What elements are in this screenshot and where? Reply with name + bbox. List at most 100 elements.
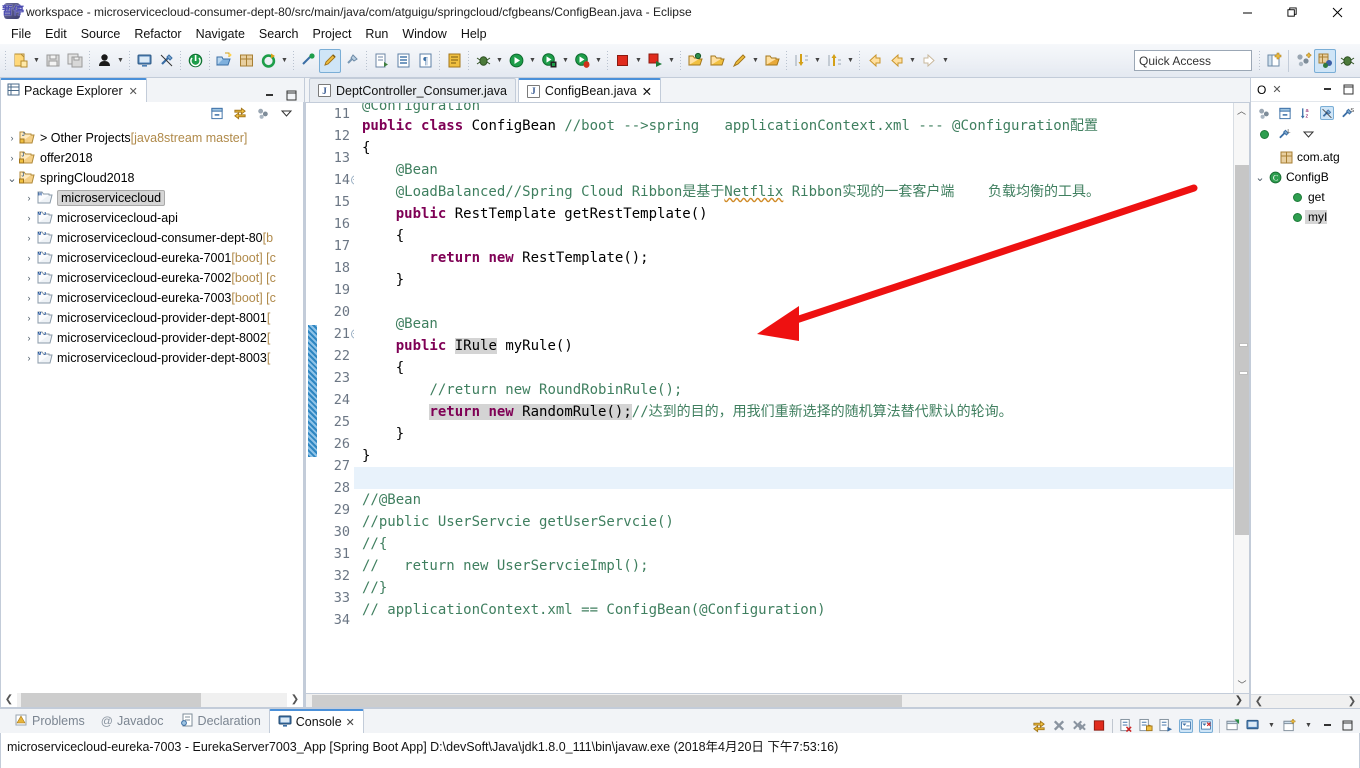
collapse-all-icon[interactable] — [1278, 106, 1292, 120]
outline-item[interactable]: ⌄ C ConfigB — [1251, 167, 1360, 187]
package-explorer-item[interactable]: › M Jmicroservicecloud-api — [1, 208, 303, 228]
outline-tab-label[interactable]: O — [1257, 83, 1266, 97]
highlight-icon[interactable] — [319, 48, 341, 73]
chevron-right-icon[interactable]: › — [22, 193, 36, 203]
menu-item-navigate[interactable]: Navigate — [189, 26, 252, 42]
maximize-icon[interactable] — [1341, 83, 1355, 97]
stop-icon[interactable] — [1092, 719, 1106, 733]
code-line[interactable]: //public UserServcie getUserServcie() — [354, 511, 1233, 533]
run-dropdown-arrow[interactable]: ▼ — [527, 49, 538, 73]
code-line[interactable]: return new RandomRule();//达到的目的，用我们重新选择的… — [354, 401, 1233, 423]
code-line[interactable] — [354, 291, 1233, 313]
back-icon[interactable] — [863, 49, 885, 73]
power-icon[interactable] — [184, 49, 206, 73]
package-explorer-item[interactable]: › M Jmicroservicecloud-eureka-7003 [boot] … — [1, 288, 303, 308]
hide-static-icon[interactable]: S — [1341, 106, 1355, 120]
sort-icon[interactable]: az — [1299, 106, 1313, 120]
export-icon[interactable] — [213, 49, 235, 73]
menu-item-file[interactable]: File — [4, 26, 38, 42]
code-line[interactable]: { — [354, 137, 1233, 159]
chevron-right-icon[interactable]: › — [22, 333, 36, 343]
code-line[interactable]: //return new RoundRobinRule(); — [354, 379, 1233, 401]
pencil-icon[interactable] — [728, 49, 750, 73]
new-console-dropdown-arrow[interactable]: ▼ — [1266, 718, 1277, 733]
package-explorer-item[interactable]: › M Jmicroservicecloud-provider-dept-8001 … — [1, 308, 303, 328]
maximize-icon[interactable] — [284, 88, 298, 102]
editor-tab-configbean[interactable]: J ConfigBean.java ✕ — [517, 78, 662, 102]
outline-tree[interactable]: com.atg ⌄ C ConfigB get myI — [1251, 143, 1360, 694]
chevron-right-icon[interactable]: › — [22, 273, 36, 283]
quick-access-input[interactable]: Quick Access — [1134, 50, 1252, 71]
package-explorer-hscrollbar[interactable]: ❮ ❯ — [0, 692, 304, 708]
package-explorer-tree[interactable]: › J > Other Projects [java8stream master] ›… — [0, 124, 304, 692]
scroll-right-icon[interactable]: ❯ — [287, 694, 303, 705]
save-all-icon[interactable] — [64, 49, 86, 73]
hide-nonpublic-icon[interactable] — [1257, 127, 1271, 141]
java-ee-perspective-icon[interactable] — [1292, 49, 1314, 73]
editor-vscrollbar[interactable]: ︿ ﹀ — [1233, 103, 1249, 693]
editor-hscrollbar[interactable]: ❯ — [305, 694, 1250, 708]
code-line[interactable]: } — [354, 445, 1233, 467]
paragraph-icon[interactable]: ¶ — [414, 49, 436, 73]
code-line[interactable]: } — [354, 423, 1233, 445]
close-icon[interactable]: ✕ — [1272, 83, 1281, 96]
open-new-console-icon[interactable] — [1283, 719, 1297, 733]
code-line[interactable]: public RestTemplate getRestTemplate() — [354, 203, 1233, 225]
chevron-right-icon[interactable]: › — [22, 253, 36, 263]
new-console-view-icon[interactable] — [1246, 719, 1260, 733]
code-line[interactable]: //@Bean — [354, 489, 1233, 511]
run-bug-icon[interactable] — [571, 49, 593, 73]
collapse-all-icon[interactable] — [210, 106, 224, 120]
outline-hscrollbar[interactable]: ❮ ❯ — [1251, 694, 1360, 708]
run-bug-dropdown-arrow[interactable]: ▼ — [593, 49, 604, 73]
package-explorer-item[interactable]: › M Jmicroservicecloud-provider-dept-8003 … — [1, 348, 303, 368]
vscroll-thumb[interactable] — [1235, 165, 1249, 535]
save-icon[interactable] — [42, 49, 64, 73]
package-explorer-item[interactable]: › M Jmicroservicecloud-provider-dept-8002 … — [1, 328, 303, 348]
chevron-right-icon[interactable]: › — [5, 153, 19, 163]
menu-item-window[interactable]: Window — [395, 26, 453, 42]
console-output[interactable]: microservicecloud-eureka-7003 - EurekaSe… — [0, 733, 1360, 768]
table-icon[interactable] — [392, 49, 414, 73]
package-explorer-item[interactable]: › M Jmicroservicecloud-eureka-7002 [boot] … — [1, 268, 303, 288]
note-icon[interactable] — [443, 49, 465, 73]
code-line[interactable]: // return new UserServcieImpl(); — [354, 555, 1233, 577]
new-file-dropdown-arrow[interactable]: ▼ — [31, 49, 42, 73]
view-menu-icon[interactable] — [279, 106, 293, 120]
link-with-editor-icon[interactable] — [233, 106, 247, 120]
scroll-right-icon[interactable]: ❯ — [1235, 695, 1243, 706]
editor-code-text[interactable]: @Configuration public class ConfigBean //… — [354, 103, 1233, 693]
forward-icon[interactable] — [885, 49, 907, 73]
chevron-right-icon[interactable]: › — [22, 353, 36, 363]
code-line[interactable]: @Configuration — [354, 103, 1233, 115]
code-line[interactable]: } — [354, 269, 1233, 291]
chevron-right-icon[interactable]: › — [5, 133, 19, 143]
hide-local-types-icon[interactable]: L — [1278, 127, 1292, 141]
minimize-icon[interactable] — [1320, 719, 1334, 733]
package-explorer-item[interactable]: › Mmicroservicecloud — [1, 188, 303, 208]
hscroll-thumb[interactable] — [312, 694, 902, 707]
menu-item-project[interactable]: Project — [306, 26, 359, 42]
menu-item-run[interactable]: Run — [358, 26, 395, 42]
package-explorer-item[interactable]: › J > Other Projects [java8stream master] — [1, 128, 303, 148]
chevron-right-icon[interactable]: › — [22, 213, 36, 223]
package-explorer-item[interactable]: › M Jmicroservicecloud-consumer-dept-80 [b — [1, 228, 303, 248]
hscroll-track[interactable] — [17, 692, 287, 707]
debug-icon[interactable] — [472, 49, 494, 73]
run-icon[interactable] — [505, 49, 527, 73]
code-line[interactable]: //{ — [354, 533, 1233, 555]
maximize-restore-button[interactable] — [1270, 0, 1315, 24]
tab-javadoc[interactable]: @ Javadoc — [93, 709, 172, 733]
outline-item[interactable]: myI — [1251, 207, 1360, 227]
focus-icon[interactable] — [256, 106, 270, 120]
open-console-icon[interactable] — [1226, 719, 1240, 733]
scroll-left-icon[interactable]: ❮ — [1251, 696, 1267, 707]
debug-dropdown-arrow[interactable]: ▼ — [494, 49, 505, 73]
code-line[interactable]: @Bean — [354, 159, 1233, 181]
menu-item-search[interactable]: Search — [252, 26, 306, 42]
menu-item-source[interactable]: Source — [74, 26, 128, 42]
menu-item-edit[interactable]: Edit — [38, 26, 74, 42]
pin-icon[interactable] — [341, 49, 363, 73]
package-explorer-item[interactable]: › Joffer2018 — [1, 148, 303, 168]
minimize-icon[interactable] — [262, 88, 276, 102]
